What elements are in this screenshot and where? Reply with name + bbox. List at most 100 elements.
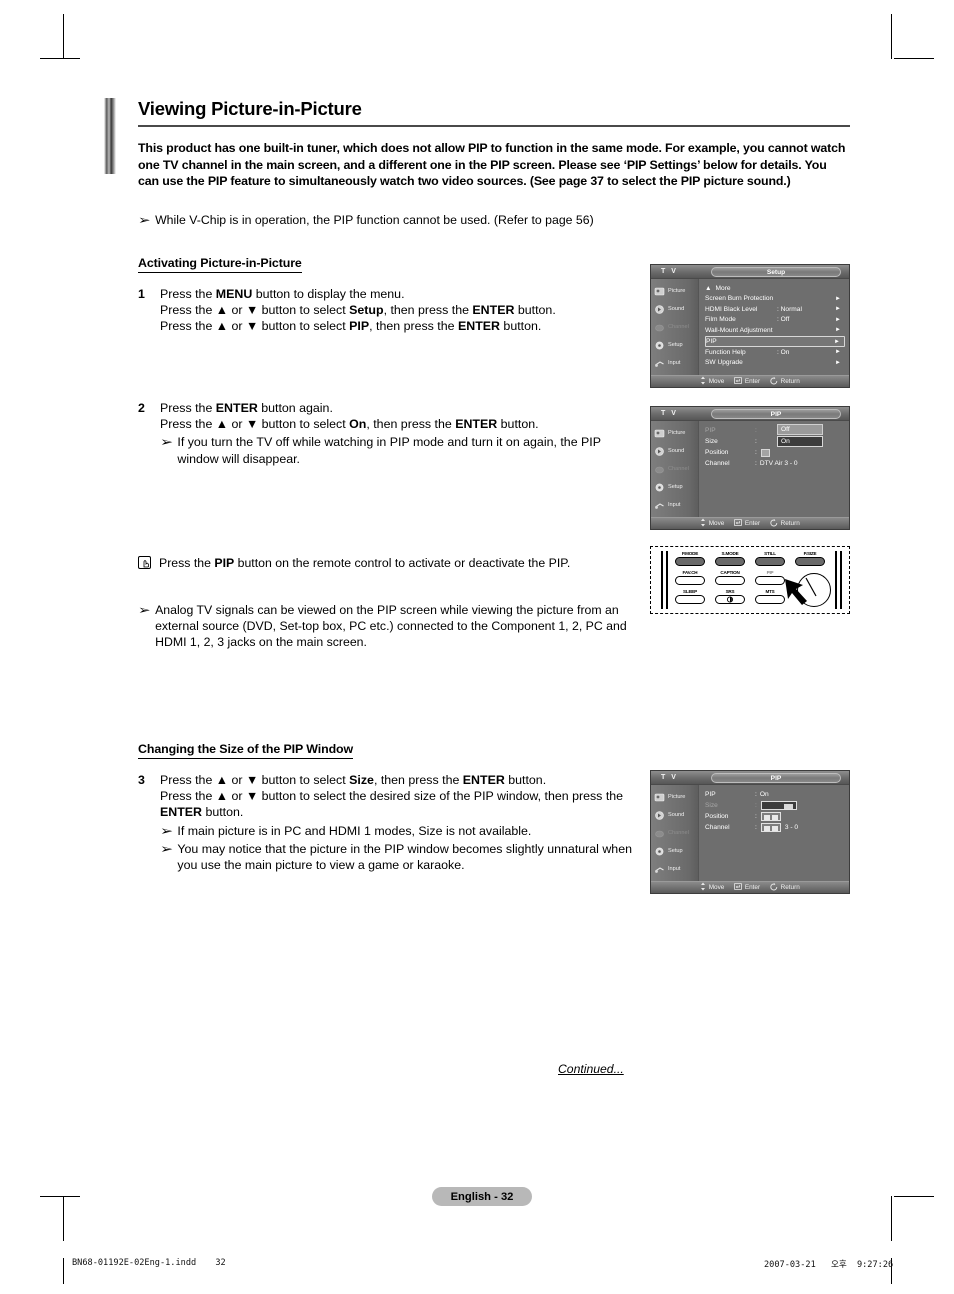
crop-mark-tr-h — [894, 58, 934, 59]
up-arrow-icon: ▲ — [705, 284, 712, 292]
osd-row-film-mode[interactable]: Film Mode : Off ► — [705, 315, 845, 326]
remote-edge-rail-right — [835, 551, 837, 609]
sidebar-item-sound[interactable]: Sound — [651, 442, 698, 460]
remote-label-caption: CAPTION — [720, 570, 740, 575]
position-thumbnail-icon — [760, 448, 770, 457]
osd-setup-title: Setup — [711, 267, 841, 277]
remote-button-smode[interactable] — [715, 557, 745, 566]
footer-timestamp: 2007-03-21 오후 9:27:26 — [764, 1258, 893, 1284]
top-note: ➢ While V-Chip is in operation, the PIP … — [138, 212, 850, 228]
crop-mark-tr-v — [891, 14, 892, 59]
sidebar-item-sound[interactable]: Sound — [651, 806, 698, 824]
osd-row-pip[interactable]: PIP ► — [705, 335, 845, 347]
remote-button-mts[interactable] — [755, 595, 785, 604]
osd-row-value: DTV Air 3 - 0 — [759, 460, 798, 467]
osd-row-position[interactable]: Position : — [705, 811, 845, 822]
remote-button-psize[interactable] — [795, 557, 825, 566]
osd-row-size[interactable]: Size : — [705, 800, 845, 811]
chevron-right-icon: ► — [834, 338, 840, 345]
osd-row-position[interactable]: Position : — [705, 447, 845, 458]
size-double-icon[interactable] — [760, 823, 781, 832]
sidebar-item-setup-label: Setup — [668, 848, 683, 854]
chevron-right-icon: ► — [835, 359, 841, 366]
remote-button-favch[interactable] — [675, 576, 705, 585]
osd-row-hdmi-black-level[interactable]: HDMI Black Level : Normal ► — [705, 304, 845, 315]
remote-label-psize: P.SIZE — [803, 551, 817, 556]
sidebar-item-setup[interactable]: Setup — [651, 336, 698, 354]
sidebar-item-setup[interactable]: Setup — [651, 842, 698, 860]
remote-button-sleep[interactable] — [675, 595, 705, 604]
osd-pip-rows: PIP : Size : Position : Channel : DTV Ai… — [699, 421, 849, 519]
osd-tv-label: T V — [661, 774, 678, 781]
osd-row-label: Size — [705, 438, 718, 445]
pip-remote-note: Press the PIP button on the remote contr… — [138, 555, 570, 571]
sidebar-item-picture[interactable]: Picture — [651, 788, 698, 806]
osd-row-function-help[interactable]: Function Help : On ► — [705, 347, 845, 358]
dropdown-option-off[interactable]: Off — [777, 424, 823, 435]
osd-setup-menu: T V Setup Picture Sound Channel Setup In… — [650, 264, 850, 388]
osd-row-pip[interactable]: PIP : — [705, 425, 845, 436]
osd-row-value: On — [759, 791, 769, 798]
sidebar-item-channel[interactable]: Channel — [651, 460, 698, 478]
osd-row-pip[interactable]: PIP : On — [705, 789, 845, 800]
osd-row-channel[interactable]: Channel : 3 - 0 — [705, 822, 845, 833]
crop-mark-br-h — [894, 1196, 934, 1197]
osd-row-colon: : — [755, 813, 757, 820]
sidebar-item-picture[interactable]: Picture — [651, 282, 698, 300]
size-large-icon[interactable] — [760, 801, 797, 810]
osd-enter-label: Enter — [744, 378, 761, 385]
osd-row-channel[interactable]: Channel : DTV Air 3 - 0 — [705, 458, 845, 469]
sidebar-item-channel[interactable]: Channel — [651, 318, 698, 336]
remote-button-caption[interactable] — [715, 576, 745, 585]
osd-return-label: Return — [780, 378, 800, 385]
step-3-note-1: ➢ If main picture is in PC and HDMI 1 mo… — [160, 823, 638, 839]
osd-row-wall-mount-adjustment[interactable]: Wall-Mount Adjustment ► — [705, 325, 845, 336]
analog-signal-note-text: Analog TV signals can be viewed on the P… — [155, 603, 627, 650]
dropdown-option-on[interactable]: On — [777, 436, 823, 447]
sidebar-item-picture-label: Picture — [668, 794, 686, 800]
osd-pip-size-main: Picture Sound Channel Setup Input PIP: … — [651, 785, 849, 883]
bullet-arrow-icon: ➢ — [160, 841, 173, 856]
remote-button-srs[interactable] — [715, 595, 745, 604]
osd-enter-label: Enter — [744, 520, 761, 527]
osd-row-more[interactable]: ▲ More — [705, 283, 845, 294]
sidebar-item-sound[interactable]: Sound — [651, 300, 698, 318]
step-3-body: Press the ▲ or ▼ button to select Size, … — [160, 772, 638, 873]
sidebar-item-channel-label: Channel — [668, 466, 689, 472]
osd-row-colon: : — [755, 427, 757, 434]
section-heading-activating: Activating Picture-in-Picture — [138, 256, 302, 273]
remote-label-pip: PIP — [766, 570, 774, 575]
sidebar-item-sound-label: Sound — [668, 448, 685, 454]
sidebar-item-input[interactable]: Input — [651, 354, 698, 372]
chevron-right-icon: ► — [835, 316, 841, 323]
sidebar-item-input[interactable]: Input — [651, 496, 698, 514]
osd-row-label: Wall-Mount Adjustment — [705, 326, 773, 334]
step-2-line-1: Press the ENTER button again. — [160, 401, 333, 415]
chevron-right-icon: ► — [835, 306, 841, 312]
osd-return-hint: Return — [770, 882, 800, 893]
enter-key-icon — [734, 519, 743, 528]
pip-onoff-dropdown[interactable]: Off On — [777, 424, 823, 447]
sidebar-item-channel[interactable]: Channel — [651, 824, 698, 842]
osd-move-label: Move — [708, 884, 725, 891]
osd-pip-main: Picture Sound Channel Setup Input PIP: … — [651, 421, 849, 519]
osd-row-size[interactable]: Size : — [705, 436, 845, 447]
sidebar-item-input[interactable]: Input — [651, 860, 698, 878]
osd-row-label: Function Help — [705, 348, 746, 356]
osd-row-colon: : — [755, 791, 757, 798]
osd-row-label: SW Upgrade — [705, 359, 743, 367]
size-double-icon[interactable] — [760, 812, 781, 821]
osd-row-sw-upgrade[interactable]: SW Upgrade ► — [705, 358, 845, 369]
crop-mark-tl-v — [63, 14, 64, 59]
sidebar-item-setup-label: Setup — [668, 342, 683, 348]
osd-row-value: 3 - 0 — [784, 824, 799, 831]
sidebar-item-picture[interactable]: Picture — [651, 424, 698, 442]
remote-button-pip[interactable] — [755, 576, 785, 585]
remote-button-still[interactable] — [755, 557, 785, 566]
step-2-note-text: If you turn the TV off while watching in… — [177, 435, 601, 466]
remote-button-pmode[interactable] — [675, 557, 705, 566]
osd-row-screen-burn-protection[interactable]: Screen Burn Protection ► — [705, 294, 845, 305]
analog-signal-note: ➢ Analog TV signals can be viewed on the… — [138, 602, 630, 651]
osd-pip-topbar: T V PIP — [651, 407, 849, 421]
sidebar-item-setup[interactable]: Setup — [651, 478, 698, 496]
